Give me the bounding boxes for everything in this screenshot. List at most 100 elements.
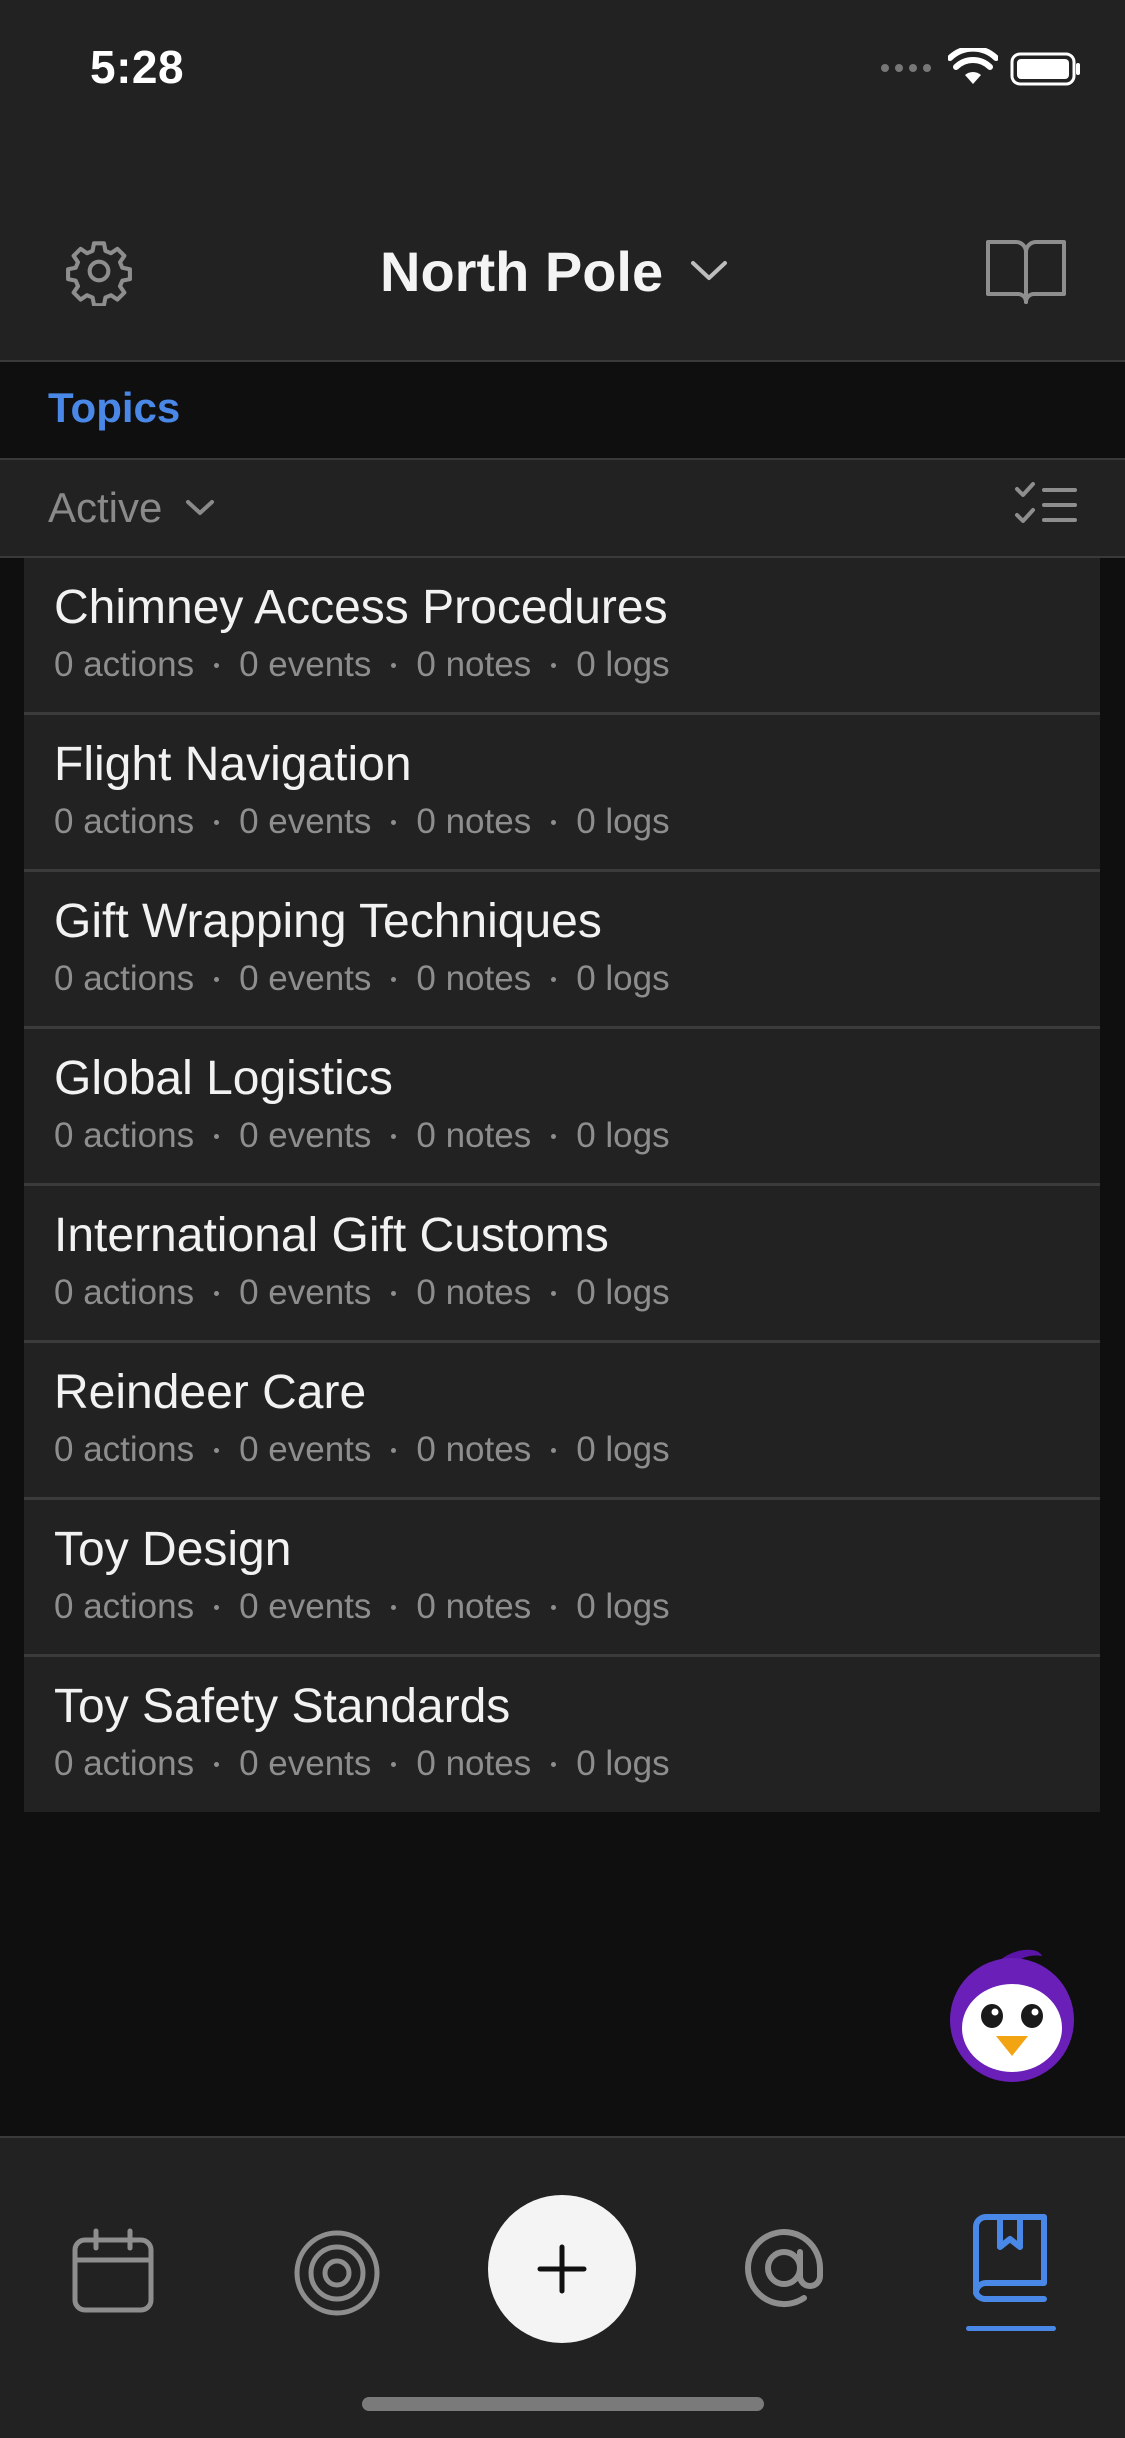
notes-count: 0 notes: [416, 802, 532, 841]
separator-dot: [551, 1290, 557, 1296]
list-item[interactable]: Toy Design 0 actions 0 events 0 notes 0 …: [24, 1500, 1100, 1657]
separator-dot: [391, 1761, 397, 1767]
separator-dot: [391, 1604, 397, 1610]
list-item[interactable]: Reindeer Care 0 actions 0 events 0 notes…: [24, 1343, 1100, 1500]
logs-count: 0 logs: [576, 1273, 670, 1312]
list-item[interactable]: Gift Wrapping Techniques 0 actions 0 eve…: [24, 872, 1100, 1029]
topic-title: Toy Safety Standards: [54, 1680, 511, 1733]
actions-count: 0 actions: [54, 1273, 195, 1312]
separator-dot: [551, 1133, 557, 1139]
bookmark-book-icon[interactable]: [970, 2213, 1050, 2303]
separator-dot: [551, 1447, 557, 1453]
calendar-icon[interactable]: [70, 2228, 156, 2314]
separator-dot: [551, 1604, 557, 1610]
actions-count: 0 actions: [54, 1116, 195, 1155]
events-count: 0 events: [239, 1744, 372, 1783]
separator-dot: [214, 819, 220, 825]
logs-count: 0 logs: [576, 1744, 670, 1783]
topic-title: Chimney Access Procedures: [54, 581, 668, 634]
notes-count: 0 notes: [416, 1744, 532, 1783]
topic-stats: 0 actions 0 events 0 notes 0 logs: [54, 1741, 1100, 1787]
topic-title: Global Logistics: [54, 1052, 393, 1105]
separator-dot: [214, 1761, 220, 1767]
notes-count: 0 notes: [416, 1430, 532, 1469]
section-tab-topics[interactable]: Topics: [48, 384, 180, 432]
topic-stats: 0 actions 0 events 0 notes 0 logs: [54, 799, 1100, 845]
separator-dot: [551, 662, 557, 668]
home-indicator[interactable]: [362, 2397, 764, 2411]
checklist-icon[interactable]: [1014, 480, 1078, 530]
separator-dot: [214, 976, 220, 982]
topic-title: Toy Design: [54, 1523, 292, 1576]
topic-title: Reindeer Care: [54, 1366, 367, 1419]
wifi-icon: [948, 48, 998, 84]
list-item[interactable]: Chimney Access Procedures 0 actions 0 ev…: [24, 558, 1100, 715]
list-item[interactable]: International Gift Customs 0 actions 0 e…: [24, 1186, 1100, 1343]
chevron-down-icon: [691, 261, 728, 280]
notes-count: 0 notes: [416, 1116, 532, 1155]
topic-title: Gift Wrapping Techniques: [54, 895, 602, 948]
at-sign-icon[interactable]: [738, 2222, 830, 2318]
notes-count: 0 notes: [416, 645, 532, 684]
plus-icon: [537, 2244, 587, 2294]
topic-title: Flight Navigation: [54, 738, 412, 791]
separator-dot: [214, 1133, 220, 1139]
topic-stats: 0 actions 0 events 0 notes 0 logs: [54, 956, 1100, 1002]
logs-count: 0 logs: [576, 1587, 670, 1626]
penguin-assistant-icon[interactable]: [946, 1948, 1078, 2084]
events-count: 0 events: [239, 1430, 372, 1469]
separator-dot: [214, 1604, 220, 1610]
events-count: 0 events: [239, 802, 372, 841]
separator-dot: [391, 1133, 397, 1139]
events-count: 0 events: [239, 1587, 372, 1626]
logs-count: 0 logs: [576, 1116, 670, 1155]
separator-dot: [214, 1447, 220, 1453]
battery-icon: [1010, 52, 1080, 86]
topic-stats: 0 actions 0 events 0 notes 0 logs: [54, 1113, 1100, 1159]
list-item[interactable]: Global Logistics 0 actions 0 events 0 no…: [24, 1029, 1100, 1186]
separator-dot: [551, 976, 557, 982]
separator-dot: [391, 662, 397, 668]
workspace-switcher[interactable]: North Pole: [380, 236, 729, 306]
topic-list: Chimney Access Procedures 0 actions 0 ev…: [24, 558, 1100, 1812]
events-count: 0 events: [239, 1273, 372, 1312]
topic-stats: 0 actions 0 events 0 notes 0 logs: [54, 1584, 1100, 1630]
events-count: 0 events: [239, 1116, 372, 1155]
add-button[interactable]: [488, 2195, 636, 2343]
events-count: 0 events: [239, 959, 372, 998]
notes-count: 0 notes: [416, 1273, 532, 1312]
separator-dot: [214, 1290, 220, 1296]
settings-gear-icon[interactable]: [64, 236, 134, 306]
logs-count: 0 logs: [576, 959, 670, 998]
list-item[interactable]: Flight Navigation 0 actions 0 events 0 n…: [24, 715, 1100, 872]
actions-count: 0 actions: [54, 645, 195, 684]
separator-dot: [391, 819, 397, 825]
notes-count: 0 notes: [416, 1587, 532, 1626]
topic-stats: 0 actions 0 events 0 notes 0 logs: [54, 1270, 1100, 1316]
separator-dot: [214, 662, 220, 668]
logs-count: 0 logs: [576, 1430, 670, 1469]
active-tab-indicator: [966, 2326, 1056, 2331]
logs-count: 0 logs: [576, 645, 670, 684]
filter-label: Active: [48, 484, 163, 531]
notes-count: 0 notes: [416, 959, 532, 998]
actions-count: 0 actions: [54, 1430, 195, 1469]
topic-title: International Gift Customs: [54, 1209, 609, 1262]
actions-count: 0 actions: [54, 959, 195, 998]
actions-count: 0 actions: [54, 1744, 195, 1783]
actions-count: 0 actions: [54, 1587, 195, 1626]
topic-stats: 0 actions 0 events 0 notes 0 logs: [54, 642, 1100, 688]
chevron-down-icon: [186, 500, 215, 515]
logs-count: 0 logs: [576, 802, 670, 841]
separator-dot: [551, 1761, 557, 1767]
separator-dot: [551, 819, 557, 825]
cellular-signal-icon: [881, 64, 931, 72]
events-count: 0 events: [239, 645, 372, 684]
target-icon[interactable]: [292, 2228, 382, 2318]
open-book-icon[interactable]: [984, 236, 1068, 306]
status-time: 5:28: [90, 41, 185, 93]
page-title: North Pole: [380, 239, 664, 303]
status-filter-dropdown[interactable]: Active: [48, 484, 216, 532]
list-item[interactable]: Toy Safety Standards 0 actions 0 events …: [24, 1657, 1100, 1812]
actions-count: 0 actions: [54, 802, 195, 841]
